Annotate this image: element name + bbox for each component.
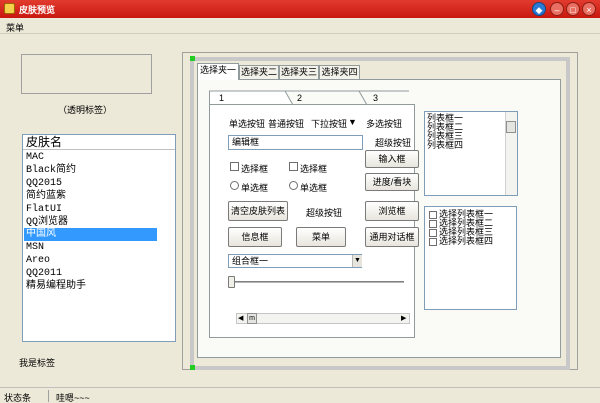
browse-button[interactable]: 浏览框: [365, 201, 419, 221]
outer-tab-1[interactable]: 选择夹一: [197, 63, 239, 80]
normal-button-label[interactable]: 普通按钮: [268, 117, 304, 130]
check-list-item[interactable]: 选择列表框四: [429, 237, 493, 246]
checkbox-2-label: 选择框: [300, 164, 328, 174]
skin-list-item[interactable]: MSN: [24, 241, 157, 254]
clear-skin-list-button[interactable]: 清空皮肤列表: [228, 201, 288, 221]
resize-handle[interactable]: [190, 365, 195, 370]
skin-list-header: 皮肤名: [23, 135, 175, 150]
title-bar: 皮肤预览 ◆ – □ ×: [0, 0, 600, 18]
rail-top: [190, 57, 570, 61]
skin-list-item[interactable]: Black简约: [24, 164, 157, 177]
dropdown-button[interactable]: 下拉按钮: [311, 117, 347, 130]
slider-track[interactable]: [232, 281, 404, 283]
arrow-left-icon[interactable]: ◀: [238, 314, 243, 322]
checkbox-1-label: 选择框: [241, 164, 269, 174]
combo-box[interactable]: 组合框一: [228, 254, 362, 268]
skin-list-item[interactable]: QQ2011: [24, 267, 157, 280]
radio-2[interactable]: [289, 181, 298, 190]
window-title: 皮肤预览: [19, 5, 56, 15]
checkbox[interactable]: [429, 228, 437, 237]
rail-right: [566, 57, 570, 370]
checkbox[interactable]: [429, 219, 437, 228]
maximize-button[interactable]: □: [566, 2, 580, 16]
radio-button-label[interactable]: 单选按钮: [229, 117, 265, 130]
slider-thumb[interactable]: [228, 276, 235, 288]
skin-list-item[interactable]: Areo: [24, 254, 157, 267]
menu-bar: 菜单: [0, 18, 600, 34]
status-bar: 状态条 哇嗯~~~: [0, 387, 600, 403]
skin-list[interactable]: 皮肤名 MAC Black简约 QQ2015 简约蓝紫 FlatUI QQ浏览器…: [22, 134, 176, 342]
rail-bottom: [190, 366, 570, 370]
skin-list-item-selected[interactable]: 中国风: [24, 228, 157, 241]
skin-list-item[interactable]: MAC: [24, 151, 157, 164]
edit-box[interactable]: 编辑框: [228, 135, 363, 150]
checkbox-2[interactable]: [289, 162, 298, 171]
checkbox-1[interactable]: [230, 162, 239, 171]
inner-tab-2[interactable]: 2: [291, 91, 355, 105]
status-separator: [48, 390, 49, 402]
scroll-thumb[interactable]: m: [247, 313, 257, 324]
skin-list-item[interactable]: 精易编程助手: [24, 280, 157, 293]
multi-select-button[interactable]: 多选按钮: [366, 117, 402, 130]
arrow-right-icon[interactable]: ▶: [401, 314, 406, 322]
rail-left: [190, 57, 194, 370]
inner-tab-3[interactable]: 3: [367, 91, 415, 105]
app-icon: [4, 3, 15, 14]
transparent-box: [21, 54, 152, 94]
scroll-thumb-vertical[interactable]: [506, 121, 516, 133]
transparent-label: （透明标签）: [58, 105, 113, 115]
check-list-item-label: 选择列表框四: [439, 236, 494, 246]
checkbox[interactable]: [429, 237, 437, 246]
outer-tab-2[interactable]: 选择夹二: [239, 65, 279, 79]
resize-handle[interactable]: [190, 56, 195, 61]
progress-button[interactable]: 进度/看块: [365, 173, 419, 191]
minimize-button[interactable]: –: [550, 2, 564, 16]
super-button-2[interactable]: 超级按钮: [306, 206, 342, 219]
info-box-button[interactable]: 信息框: [228, 227, 282, 247]
radio-1-label: 单选框: [241, 183, 269, 193]
skin-list-item[interactable]: QQ2015: [24, 177, 157, 190]
input-box-button[interactable]: 输入框: [365, 150, 419, 168]
inner-tab-1[interactable]: 1: [213, 91, 277, 105]
menu-item[interactable]: 菜单: [6, 21, 24, 34]
super-button[interactable]: 超级按钮: [375, 136, 411, 149]
status-left: 状态条: [4, 393, 32, 403]
list-box[interactable]: 列表框一 列表框二 列表框三 列表框四: [424, 111, 518, 196]
chevron-down-icon[interactable]: ▼: [352, 255, 362, 267]
menu-button[interactable]: 菜单: [296, 227, 346, 247]
skin-icon[interactable]: ◆: [532, 2, 546, 16]
outer-tab-4[interactable]: 选择夹四: [319, 65, 360, 79]
outer-tab-3[interactable]: 选择夹三: [279, 65, 319, 79]
skin-list-item[interactable]: 简约蓝紫: [24, 190, 157, 203]
chevron-down-icon: ▼: [348, 117, 357, 127]
radio-1[interactable]: [230, 181, 239, 190]
bottom-label: 我是标签: [19, 358, 56, 368]
close-button[interactable]: ×: [582, 2, 596, 16]
list-box-item[interactable]: 列表框四: [427, 141, 463, 150]
skin-list-item[interactable]: FlatUI: [24, 203, 157, 216]
checkbox[interactable]: [429, 210, 437, 219]
check-list-box[interactable]: 选择列表框一 选择列表框二 选择列表框三 选择列表框四: [424, 206, 517, 310]
horizontal-scrollbar[interactable]: ◀ m ▶: [236, 313, 410, 324]
common-dialog-button[interactable]: 通用对话框: [365, 227, 419, 247]
radio-2-label: 单选框: [300, 183, 328, 193]
status-right: 哇嗯~~~: [56, 393, 90, 403]
